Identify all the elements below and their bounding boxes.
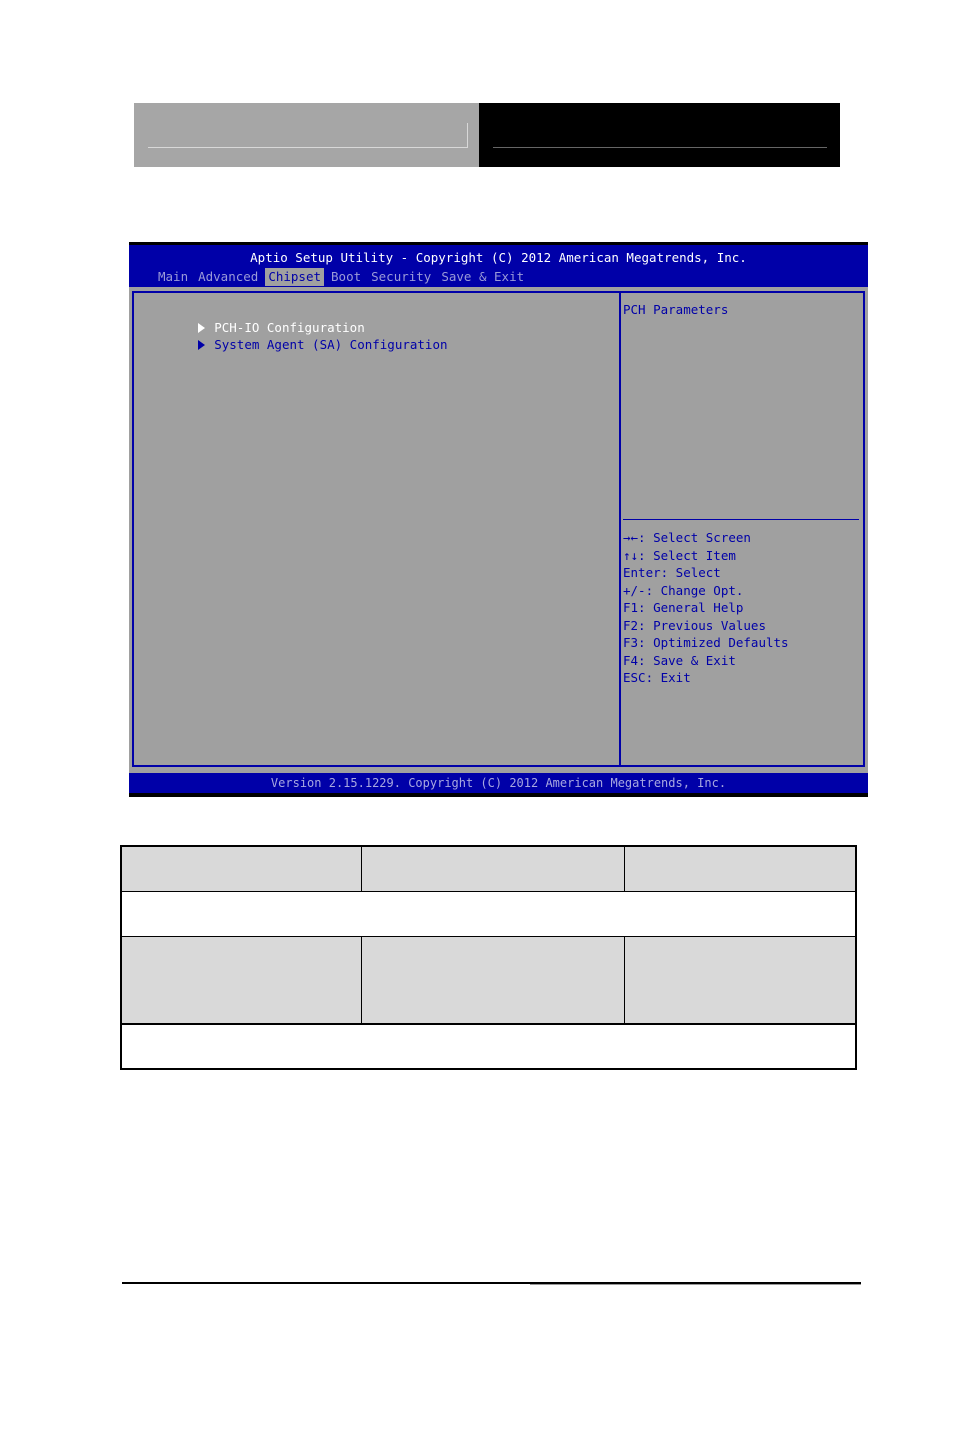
table-cell [120,891,857,937]
options-table [120,845,857,1070]
table-row [120,936,857,1025]
tab-boot[interactable]: Boot [328,268,364,286]
key-help-esc: ESC: Exit [623,670,691,685]
bios-title-bar: Aptio Setup Utility - Copyright (C) 2012… [129,245,868,287]
menu-item-label: System Agent (SA) Configuration [214,337,448,352]
header-banner-left [134,103,479,167]
key-help-f3: F3: Optimized Defaults [623,635,789,650]
help-pane: PCH Parameters →←: Select Screen ↑↓: Sel… [619,291,865,767]
help-text: PCH Parameters [623,302,729,317]
key-help-f2: F2: Previous Values [623,617,766,633]
bios-version-footer: Version 2.15.1229. Copyright (C) 2012 Am… [129,773,868,793]
key-help-list: →←: Select Screen ↑↓: Select Item Enter:… [623,529,789,687]
key-help-f4: F4: Save & Exit [623,652,736,668]
key-help-change-opt: +/-: Change Opt. [623,582,744,598]
tab-security[interactable]: Security [368,268,434,286]
header-rule-right [493,147,827,148]
table-cell [361,845,625,892]
help-divider [623,519,859,520]
table-cell [120,936,362,1025]
table-row [120,845,857,892]
table-cell [120,845,362,892]
table-cell [361,936,625,1025]
menu-item-system-agent-configuration[interactable]: System Agent (SA) Configuration [138,321,448,369]
table-cell [120,1023,857,1070]
menu-pane: PCH-IO Configuration System Agent (SA) C… [132,291,620,767]
key-help-f1: F1: General Help [623,600,744,615]
header-banner-right [479,103,840,167]
table-row [120,891,857,937]
bios-tab-bar: Main Advanced Chipset Boot Security Save… [155,268,531,286]
tab-save-exit[interactable]: Save & Exit [438,268,527,286]
key-help-select-item: ↑↓: Select Item [623,547,736,563]
header-tick-left [467,123,468,148]
tab-advanced[interactable]: Advanced [195,268,261,286]
footer-divider-shadow [530,1284,861,1285]
key-help-enter: Enter: Select [623,565,721,580]
tab-main[interactable]: Main [155,268,191,286]
key-help-select-screen: →←: Select Screen [623,530,751,545]
header-rule-left [148,147,468,148]
submenu-arrow-icon [198,340,206,350]
bios-setup-screen: Aptio Setup Utility - Copyright (C) 2012… [129,242,868,797]
tab-chipset[interactable]: Chipset [265,268,325,286]
table-cell [624,936,857,1025]
bios-body: PCH-IO Configuration System Agent (SA) C… [129,287,868,773]
table-cell [624,845,857,892]
bios-title: Aptio Setup Utility - Copyright (C) 2012… [250,250,747,265]
table-row [120,1023,857,1070]
